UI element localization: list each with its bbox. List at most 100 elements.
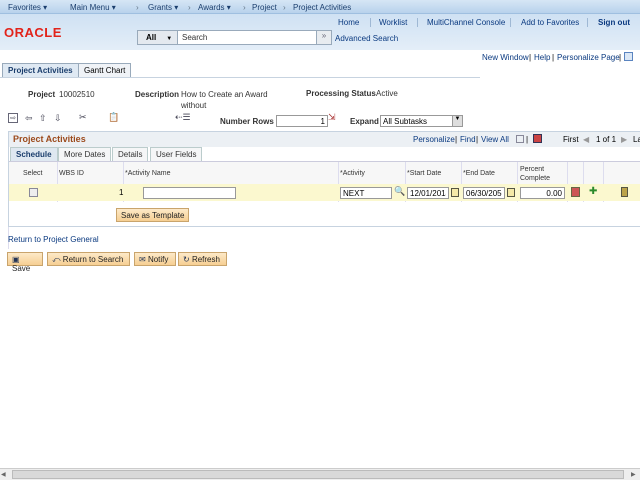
last-link[interactable]: La [633, 135, 640, 144]
main-menu[interactable]: Main Menu ▾ [70, 3, 116, 12]
breadcrumb-project-activities[interactable]: Project Activities [293, 3, 351, 12]
return-to-project-general-link[interactable]: Return to Project General [8, 235, 99, 244]
search-bar: All ▼ Search » [137, 30, 332, 45]
new-window-link[interactable]: New Window [482, 53, 529, 62]
favorites-menu[interactable]: Favorites ▾ [8, 3, 47, 12]
add-resource-icon[interactable]: ✚ [589, 186, 597, 197]
tab-project-activities[interactable]: Project Activities [2, 63, 79, 77]
activity-input[interactable] [340, 187, 392, 199]
project-activities-grid: Project Activities Personalize | Find | … [8, 131, 640, 227]
search-scope-select[interactable]: All ▼ [138, 31, 178, 44]
subtab-details[interactable]: Details [112, 147, 149, 161]
help-link[interactable]: Help [534, 53, 550, 62]
first-link[interactable]: First [563, 135, 579, 144]
breadcrumb-project[interactable]: Project [252, 3, 277, 12]
top-nav-bar: Favorites ▾ Main Menu ▾ › Grants ▾ › Awa… [0, 0, 640, 14]
indent-icon[interactable]: ⇨ [8, 113, 18, 123]
breadcrumb-grants[interactable]: Grants ▾ [148, 3, 178, 12]
return-to-search-button[interactable]: ⤺ Return to Search [47, 252, 130, 266]
table-row: 1 🔍 ✚ [9, 184, 640, 201]
lookup-icon[interactable]: 🔍 [394, 186, 405, 197]
wbs-id: 1 [119, 188, 124, 197]
processing-status-label: Processing Status [306, 89, 376, 98]
download-icon[interactable] [533, 134, 542, 143]
grid-title: Project Activities [13, 134, 86, 144]
multichannel-console-link[interactable]: MultiChannel Console [427, 18, 505, 27]
description-value-line2: without [181, 101, 207, 110]
arrow-left-icon[interactable]: ⇦ [25, 113, 33, 124]
paste-icon[interactable]: 📋 [108, 112, 119, 123]
subtab-user-fields[interactable]: User Fields [150, 147, 203, 161]
divider [510, 18, 511, 27]
cut-icon[interactable]: ✂ [79, 112, 87, 123]
notes-icon[interactable] [571, 187, 580, 197]
processing-status-value: Active [376, 89, 398, 98]
search-go-button[interactable]: » [316, 30, 332, 45]
advanced-search-link[interactable]: Advanced Search [335, 34, 398, 43]
scroll-right-icon[interactable]: ▶ [631, 471, 636, 478]
horizontal-scrollbar[interactable]: ◀ ▶ [0, 468, 640, 480]
chevron-down-icon: ▼ [452, 116, 462, 126]
scroll-left-icon[interactable]: ◀ [1, 471, 6, 478]
notify-icon: ✉ [139, 255, 146, 264]
subtab-more-dates[interactable]: More Dates [58, 147, 112, 161]
find-link[interactable]: Find [460, 135, 476, 144]
col-activity: *Activity [340, 170, 365, 177]
end-date-input[interactable] [463, 187, 505, 199]
chevron-down-icon: ▼ [166, 36, 173, 42]
page-count: 1 of 1 [596, 135, 617, 144]
divider [417, 18, 418, 27]
project-label: Project [28, 90, 56, 99]
subtab-schedule[interactable]: Schedule [10, 147, 58, 161]
arrow-down-icon[interactable]: ⇩ [54, 113, 62, 124]
expand-label: Expand [350, 117, 379, 126]
expand-select[interactable]: All Subtasks ▼ [380, 115, 463, 127]
divider [587, 18, 588, 27]
refresh-icon: ↻ [183, 255, 190, 264]
breadcrumb-awards[interactable]: Awards ▾ [198, 3, 231, 12]
description-label: Description [135, 90, 180, 99]
add-to-favorites-link[interactable]: Add to Favorites [521, 18, 579, 27]
previous-icon[interactable]: ◀ [583, 135, 589, 144]
col-select: Select [23, 170, 43, 177]
activity-name-input[interactable] [143, 187, 236, 199]
details-icon[interactable] [621, 187, 628, 197]
expand-rows-icon[interactable]: ⇲ [328, 112, 336, 123]
col-end-date: *End Date [463, 170, 495, 177]
project-value: 10002510 [59, 90, 95, 99]
grid-header: Select WBS ID *Activity Name *Activity *… [9, 161, 640, 202]
calendar-icon[interactable] [451, 188, 459, 197]
insert-rows-icon[interactable]: ⇠☰ [175, 112, 191, 123]
view-all-link[interactable]: View All [481, 135, 509, 144]
col-wbs-id: WBS ID [59, 170, 84, 177]
number-rows-input[interactable] [276, 115, 328, 127]
scrollbar-thumb[interactable] [12, 470, 624, 479]
percent-complete-input[interactable] [520, 187, 565, 199]
col-activity-name: *Activity Name [125, 170, 171, 177]
sign-out-link[interactable]: Sign out [598, 18, 630, 27]
personalize-page-link[interactable]: Personalize Page [557, 53, 620, 62]
refresh-button[interactable]: ↻ Refresh [178, 252, 227, 266]
return-search-icon: ⤺ [52, 255, 61, 264]
calendar-icon[interactable] [507, 188, 515, 197]
arrow-up-icon[interactable]: ⇧ [39, 113, 47, 124]
zoom-grid-icon[interactable] [516, 135, 524, 143]
save-as-template-button[interactable]: Save as Template [116, 208, 190, 222]
personalize-link[interactable]: Personalize [413, 135, 455, 144]
home-link[interactable]: Home [338, 18, 359, 27]
select-checkbox[interactable] [29, 188, 38, 197]
description-value: How to Create an Award [181, 90, 268, 99]
divider [370, 18, 371, 27]
col-start-date: *Start Date [407, 170, 442, 177]
tab-gantt-chart[interactable]: Gantt Chart [78, 63, 132, 77]
save-icon: ▣ [12, 255, 20, 264]
oracle-logo: ORACLE [4, 25, 62, 40]
save-button[interactable]: ▣ Save [7, 252, 43, 273]
search-input[interactable]: Search [182, 33, 207, 42]
table-icon[interactable] [624, 52, 633, 61]
start-date-input[interactable] [407, 187, 449, 199]
next-icon[interactable]: ▶ [621, 135, 627, 144]
worklist-link[interactable]: Worklist [379, 18, 407, 27]
notify-button[interactable]: ✉ Notify [134, 252, 176, 266]
grid-title-bar: Project Activities Personalize | Find | … [9, 132, 640, 147]
